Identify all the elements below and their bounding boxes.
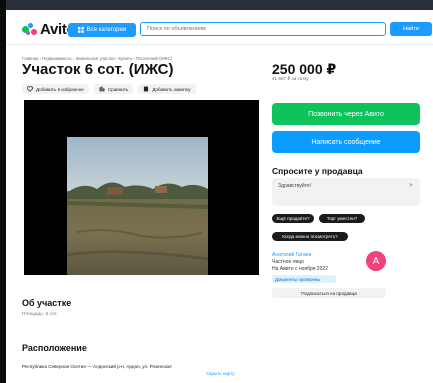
photo-gallery[interactable] [24, 100, 259, 275]
seller-verified-badge: Документы проверены [272, 275, 336, 283]
add-to-favorites-label: Добавить в избранное [36, 86, 84, 92]
hide-map-link[interactable]: Скрыть карту [206, 371, 235, 376]
seller-type: Частное лицо [272, 259, 304, 265]
window-edge [0, 0, 6, 383]
call-via-avito-button[interactable]: Позвонить через Авито [272, 103, 420, 125]
seller-name[interactable]: Анатолий Гатаев [272, 252, 311, 258]
add-note-label: Добавить заметку [152, 86, 191, 92]
add-note-button[interactable]: Добавить заметку [138, 84, 196, 94]
listing-actions: Добавить в избранное Сравнить Добавить з… [22, 84, 196, 94]
about-heading: Об участке [22, 298, 72, 308]
add-to-favorites-button[interactable]: Добавить в избранное [22, 84, 89, 94]
area-value: Площадь: 6 сот. [22, 312, 58, 317]
ask-seller-input[interactable]: Здравствуйте! ➤ [272, 178, 420, 206]
logo-dots-icon [22, 23, 38, 36]
compare-button[interactable]: Сравнить [93, 84, 134, 94]
avatar[interactable]: A [366, 251, 386, 271]
menu-grid-icon [77, 27, 84, 33]
listing-photo[interactable] [67, 137, 208, 275]
quick-question-chip[interactable]: Ещё продаёте? [272, 214, 314, 223]
subscribe-seller-button[interactable]: Подписаться на продавца [272, 288, 386, 298]
search-input[interactable] [140, 22, 386, 36]
find-button[interactable]: Найти [390, 22, 432, 36]
site-header: Avito Все категории Найти [6, 10, 433, 45]
quick-question-chip[interactable]: Торг уместен? [319, 214, 365, 223]
listing-title: Участок 6 сот. (ИЖС) [22, 61, 174, 78]
write-message-button[interactable]: Написать сообщение [272, 131, 420, 153]
location-heading: Расположение [22, 343, 87, 353]
all-categories-label: Все категории [86, 27, 127, 33]
quick-question-chip[interactable]: Когда можно посмотреть? [272, 232, 348, 241]
compare-label: Сравнить [107, 86, 129, 92]
top-strip [6, 0, 433, 10]
field-photo-image [67, 137, 208, 275]
send-arrow-icon[interactable]: ➤ [408, 181, 414, 189]
all-categories-button[interactable]: Все категории [68, 23, 136, 37]
seller-since: На Авито с ноября 2022 [272, 266, 328, 272]
price-per-sotka: 41 667 ₽ за сотку [272, 76, 309, 81]
ask-seller-heading: Спросите у продавца [272, 166, 363, 176]
note-icon [144, 86, 149, 92]
address: Республика Северная Осетия — Алдонский р… [22, 364, 172, 369]
heart-icon [27, 86, 33, 92]
ask-seller-text: Здравствуйте! [278, 183, 312, 189]
compare-icon [99, 86, 105, 92]
